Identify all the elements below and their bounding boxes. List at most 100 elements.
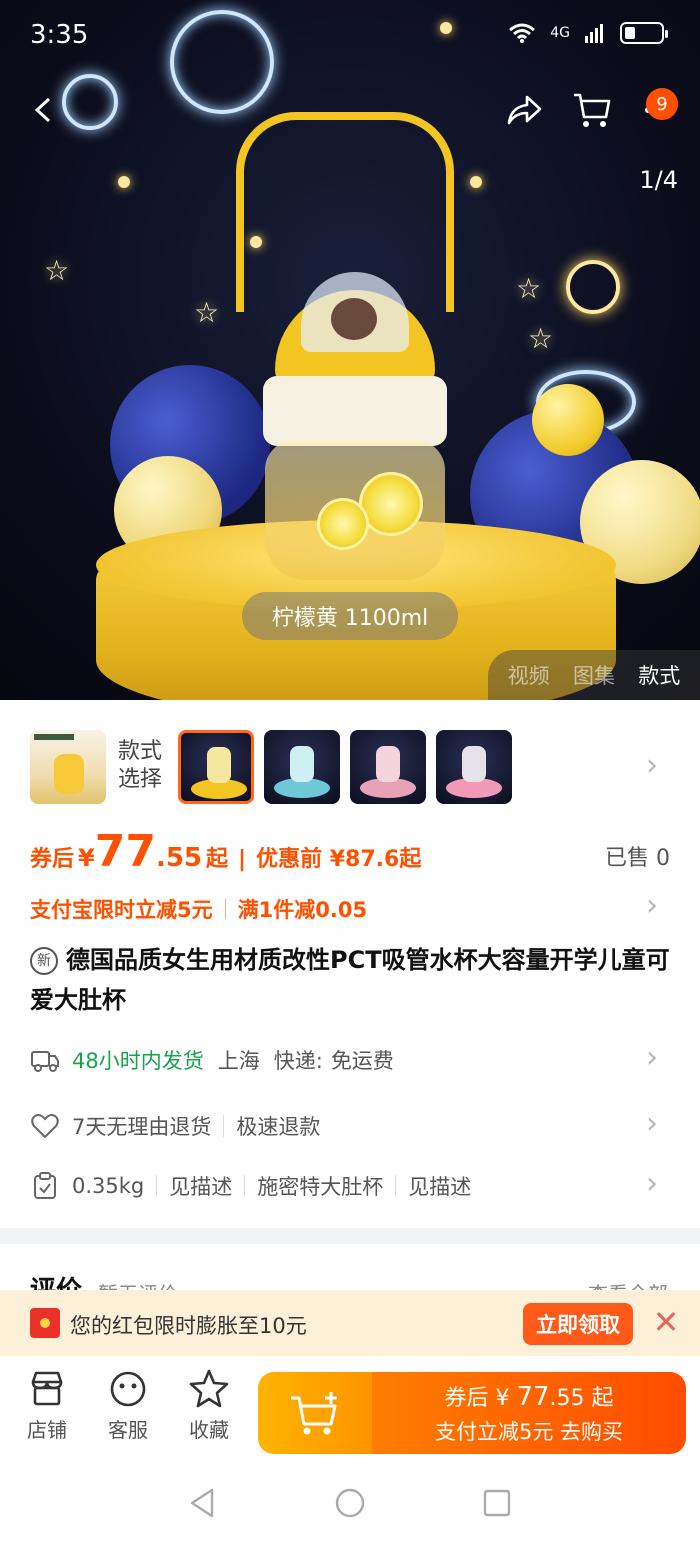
lemon-slice (317, 498, 369, 550)
dispatch-time: 48小时内发货 (72, 1049, 204, 1073)
tab-styles[interactable]: 款式 (638, 660, 680, 690)
return-policy: 7天无理由退货 (72, 1115, 212, 1139)
thumb-caption (34, 734, 74, 740)
thumb-bottle (376, 746, 400, 782)
price-row: 券后 ¥ 77 .55 起 | 优惠前 ¥87.6起 (30, 826, 421, 882)
glow-dot-decoration (118, 176, 130, 188)
star-decoration: ☆ (44, 254, 70, 287)
fast-refund: 极速退款 (236, 1115, 321, 1139)
status-bar: 3:35 4G (0, 0, 700, 70)
divider (395, 1175, 397, 1197)
service-row[interactable]: 7天无理由退货 极速退款 (30, 1106, 670, 1146)
shop-label: 店铺 (27, 1418, 67, 1442)
chevron-right-icon: › (646, 1040, 658, 1075)
store-icon (31, 1371, 63, 1406)
full-reduction: 满1件减0.05 (237, 898, 368, 922)
new-tag-icon: 新 (30, 947, 58, 975)
favorite-button[interactable]: 收藏 (176, 1368, 242, 1448)
bear-figure (331, 298, 377, 340)
style-thumb-pink-2[interactable] (436, 730, 512, 804)
divider (156, 1175, 158, 1197)
product-title-text: 德国品质女生用材质改性PCT吸管水杯大容量开学儿童可爱大肚杯 (30, 946, 670, 1014)
thumb-bottle (462, 746, 486, 782)
buy-price-prefix: 券后 ¥ (444, 1386, 517, 1411)
share-button[interactable] (498, 84, 550, 136)
star-decoration: ☆ (516, 272, 542, 305)
original-price: 优惠前 ¥87.6起 (256, 847, 422, 872)
status-time: 3:35 (30, 20, 89, 50)
system-navigation-bar (0, 1460, 700, 1544)
buy-now-button[interactable]: 券后 ¥ 77.55 起 支付立减5元 去购买 (372, 1372, 686, 1454)
buy-price-dec: .55 (549, 1386, 585, 1411)
tab-gallery[interactable]: 图集 (573, 660, 615, 690)
thumb-bottle (207, 747, 231, 783)
recents-square-icon[interactable] (480, 1486, 514, 1520)
buy-price-line: 券后 ¥ 77.55 起 (444, 1380, 613, 1412)
chat-face-icon (110, 1371, 146, 1407)
coupon-after-label: 券后 (30, 847, 75, 872)
style-label-line1: 款式 (118, 739, 163, 764)
heart-shield-icon (31, 1114, 59, 1139)
cart-count-badge: 9 (646, 88, 678, 120)
add-cart-icon (291, 1392, 337, 1435)
glow-dot-decoration (470, 176, 482, 188)
style-thumb-yellow[interactable] (178, 730, 254, 804)
price-from-suffix: 起 (206, 847, 229, 872)
close-icon[interactable]: ✕ (650, 1300, 682, 1344)
chevron-left-icon (34, 97, 51, 123)
tab-video[interactable]: 视频 (508, 660, 550, 690)
claim-button[interactable]: 立即领取 (523, 1303, 633, 1345)
promotions-row[interactable]: 支付宝限时立减5元 满1件减0.05 (30, 894, 367, 924)
product-hero-image[interactable]: ☆ ☆ ☆ ☆ 3:35 4G 9 1/4 柠檬黄 1100ml 视频 图集 款… (0, 0, 700, 700)
add-to-cart-button[interactable] (258, 1372, 372, 1454)
back-triangle-icon[interactable] (186, 1486, 220, 1520)
style-label-line2: 选择 (118, 767, 163, 792)
back-button[interactable] (18, 84, 70, 136)
price-currency: ¥ (78, 844, 95, 872)
network-indicator: 4G (550, 25, 570, 41)
star-decoration: ☆ (194, 296, 220, 329)
home-circle-icon[interactable] (333, 1486, 367, 1520)
image-pager: 1/4 (639, 166, 678, 194)
cart-button[interactable] (566, 84, 618, 136)
red-packet-banner[interactable]: 您的红包限时膨胀至10元 立即领取 ✕ (0, 1290, 700, 1356)
weight-value: 0.35kg (72, 1174, 145, 1198)
shop-button[interactable]: 店铺 (14, 1368, 80, 1448)
price-decimal: .55 (155, 843, 203, 873)
battery-icon (620, 22, 668, 44)
style-thumb-blue[interactable] (264, 730, 340, 804)
shipping-row[interactable]: 48小时内发货 上海 快递: 免运费 (30, 1040, 670, 1080)
cart-icon (574, 93, 611, 127)
buy-price-suffix: 起 (584, 1386, 614, 1411)
top-navigation (0, 84, 700, 144)
section-divider (0, 1228, 700, 1244)
customer-service-button[interactable]: 客服 (95, 1368, 161, 1448)
buy-promo-line: 支付立减5元 去购买 (434, 1420, 624, 1444)
param-see-desc: 见描述 (408, 1175, 472, 1199)
thumb-bottle (290, 746, 314, 782)
style-thumb-pink[interactable] (350, 730, 426, 804)
price-integer: 77 (94, 826, 156, 877)
star-icon (189, 1369, 229, 1408)
yellow-ball-decoration (532, 384, 604, 456)
chevron-right-icon: › (646, 1166, 658, 1201)
bottle-collar (263, 376, 447, 446)
clipboard-icon (34, 1172, 56, 1199)
buy-price-int: 77 (516, 1382, 550, 1412)
params-row[interactable]: 0.35kg 见描述 施密特大肚杯 见描述 (30, 1166, 670, 1206)
red-packet-icon (30, 1308, 60, 1338)
purchase-buttons: 券后 ¥ 77.55 起 支付立减5元 去购买 (258, 1372, 686, 1454)
alipay-discount: 支付宝限时立减5元 (30, 898, 213, 922)
sold-count: 已售 0 (605, 846, 670, 871)
style-thumb-white[interactable] (30, 730, 106, 804)
variant-label-pill[interactable]: 柠檬黄 1100ml (242, 592, 458, 640)
product-detail-page: ☆ ☆ ☆ ☆ 3:35 4G 9 1/4 柠檬黄 1100ml 视频 图集 款… (0, 0, 700, 1544)
divider (223, 1115, 225, 1137)
chevron-right-icon: › (646, 748, 658, 783)
favorite-label: 收藏 (189, 1418, 229, 1442)
truck-icon (31, 1051, 59, 1072)
thumb-bottle (54, 754, 84, 794)
param-see-desc: 见描述 (169, 1175, 233, 1199)
shipping-fee: 免运费 (330, 1049, 394, 1073)
style-selector[interactable]: 款式 选择 › (0, 728, 700, 808)
